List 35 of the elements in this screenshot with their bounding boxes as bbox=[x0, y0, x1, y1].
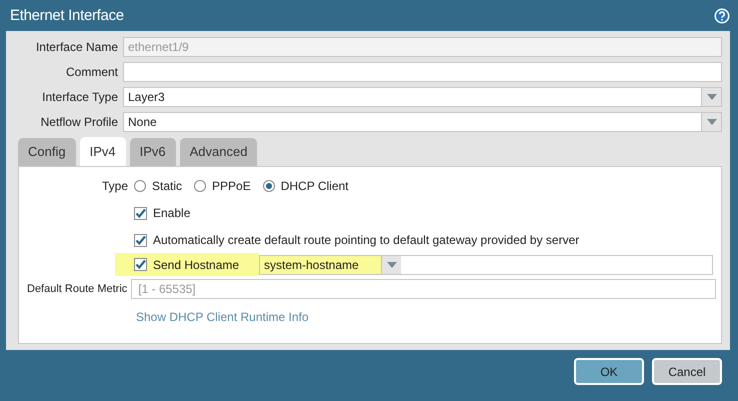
caret-icon bbox=[706, 94, 716, 100]
radio-label: PPPoE bbox=[212, 179, 251, 193]
runtime-info-link[interactable]: Show DHCP Client Runtime Info bbox=[136, 310, 309, 324]
radio-button[interactable] bbox=[134, 180, 146, 192]
ok-button[interactable]: OK bbox=[574, 358, 644, 385]
field-label: Default Route Metric bbox=[27, 283, 128, 295]
radio-button[interactable] bbox=[194, 180, 206, 192]
type-label: Type bbox=[100, 179, 128, 193]
radio-label: DHCP Client bbox=[280, 179, 349, 193]
tab[interactable]: IPv6 bbox=[130, 138, 176, 166]
tab[interactable]: IPv4 bbox=[80, 137, 126, 166]
caret-icon bbox=[706, 119, 716, 125]
checkbox-label: Send Hostname bbox=[153, 258, 240, 272]
dropdown[interactable]: Layer3 bbox=[123, 87, 722, 107]
help-icon[interactable] bbox=[714, 8, 730, 24]
tab[interactable]: Config bbox=[18, 138, 76, 166]
checkbox[interactable] bbox=[134, 234, 147, 246]
checkbox[interactable] bbox=[134, 206, 147, 220]
text-field[interactable] bbox=[123, 62, 722, 82]
field-label: Comment bbox=[64, 65, 118, 79]
radio-label: Static bbox=[152, 179, 182, 193]
cancel-button[interactable]: Cancel bbox=[652, 358, 722, 385]
window-title: Ethernet Interface bbox=[10, 7, 124, 24]
tab[interactable]: Advanced bbox=[180, 138, 258, 166]
dropdown[interactable]: None bbox=[123, 112, 722, 132]
checkbox-label: Enable bbox=[153, 206, 190, 220]
field-label: Netflow Profile bbox=[40, 115, 118, 129]
dropdown[interactable]: system-hostname bbox=[259, 254, 713, 274]
field-label: Interface Type bbox=[41, 90, 118, 104]
radio-button[interactable] bbox=[262, 180, 275, 192]
checkbox-label: Automatically create default route pointing to default gateway provided by server bbox=[153, 233, 580, 247]
field-label: Interface Name bbox=[34, 40, 118, 54]
caret-icon bbox=[386, 262, 396, 268]
checkbox[interactable] bbox=[134, 258, 147, 271]
number-field[interactable]: [1 - 65535] bbox=[131, 279, 716, 299]
